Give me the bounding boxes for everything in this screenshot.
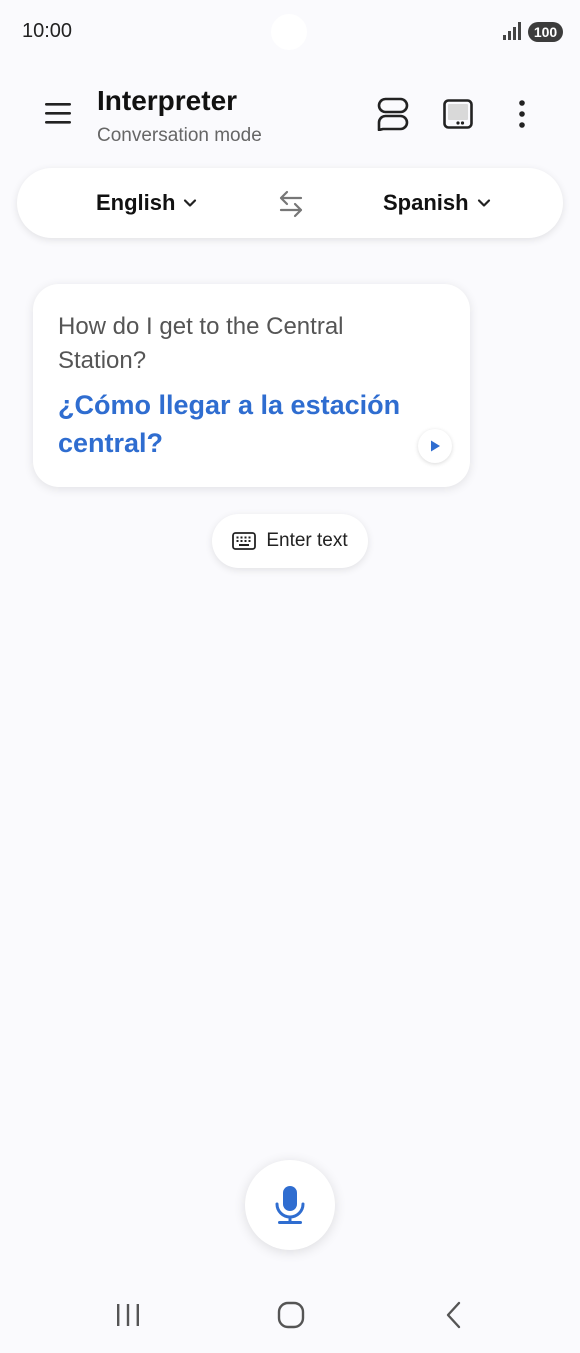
microphone-button[interactable] bbox=[245, 1160, 335, 1250]
battery-icon: 100 bbox=[528, 22, 563, 42]
header-titles: Interpreter Conversation mode bbox=[97, 85, 262, 147]
status-bar: 10:00 100 bbox=[0, 0, 580, 62]
navigation-bar bbox=[0, 1285, 580, 1345]
app-header: Interpreter Conversation mode bbox=[0, 70, 580, 160]
target-language-label: Spanish bbox=[383, 190, 469, 215]
source-text: How do I get to the Central Station? bbox=[58, 313, 344, 374]
chevron-down-icon bbox=[184, 199, 197, 207]
chevron-down-icon bbox=[477, 199, 490, 207]
play-translation-button[interactable] bbox=[418, 429, 452, 463]
swap-languages-button[interactable] bbox=[275, 188, 307, 220]
menu-button[interactable] bbox=[40, 98, 76, 128]
home-icon bbox=[277, 1301, 305, 1329]
status-time: 10:00 bbox=[22, 20, 73, 42]
recent-apps-button[interactable] bbox=[108, 1297, 148, 1333]
menu-icon bbox=[45, 103, 71, 124]
language-selector-bar: English Spanish bbox=[17, 168, 563, 238]
source-language-label: English bbox=[96, 190, 176, 215]
page-title: Interpreter bbox=[97, 85, 238, 116]
play-icon bbox=[431, 440, 440, 452]
camera-cutout bbox=[271, 14, 307, 50]
conversation-bubble: How do I get to the Central Station? ¿Có… bbox=[33, 284, 470, 487]
home-button[interactable] bbox=[271, 1297, 311, 1333]
target-language-dropdown[interactable]: Spanish bbox=[383, 168, 491, 238]
microphone-icon bbox=[275, 1186, 305, 1224]
source-language-dropdown[interactable]: English bbox=[96, 168, 197, 238]
enter-text-button[interactable]: Enter text bbox=[212, 514, 368, 568]
recent-apps-icon bbox=[117, 1304, 139, 1326]
face-to-face-icon bbox=[443, 99, 473, 129]
conversation-view-icon bbox=[377, 97, 409, 131]
keyboard-icon bbox=[232, 532, 257, 550]
signal-icon bbox=[503, 22, 521, 40]
swap-languages-icon bbox=[279, 190, 303, 218]
enter-text-label: Enter text bbox=[266, 530, 348, 551]
translated-text: ¿Cómo llegar a la estación central? bbox=[58, 390, 401, 458]
conversation-view-button[interactable] bbox=[373, 94, 413, 134]
back-icon bbox=[446, 1301, 461, 1329]
more-options-icon bbox=[519, 100, 525, 128]
more-options-button[interactable] bbox=[502, 94, 542, 134]
face-to-face-button[interactable] bbox=[438, 94, 478, 134]
page-subtitle: Conversation mode bbox=[97, 125, 262, 146]
back-button[interactable] bbox=[434, 1297, 474, 1333]
